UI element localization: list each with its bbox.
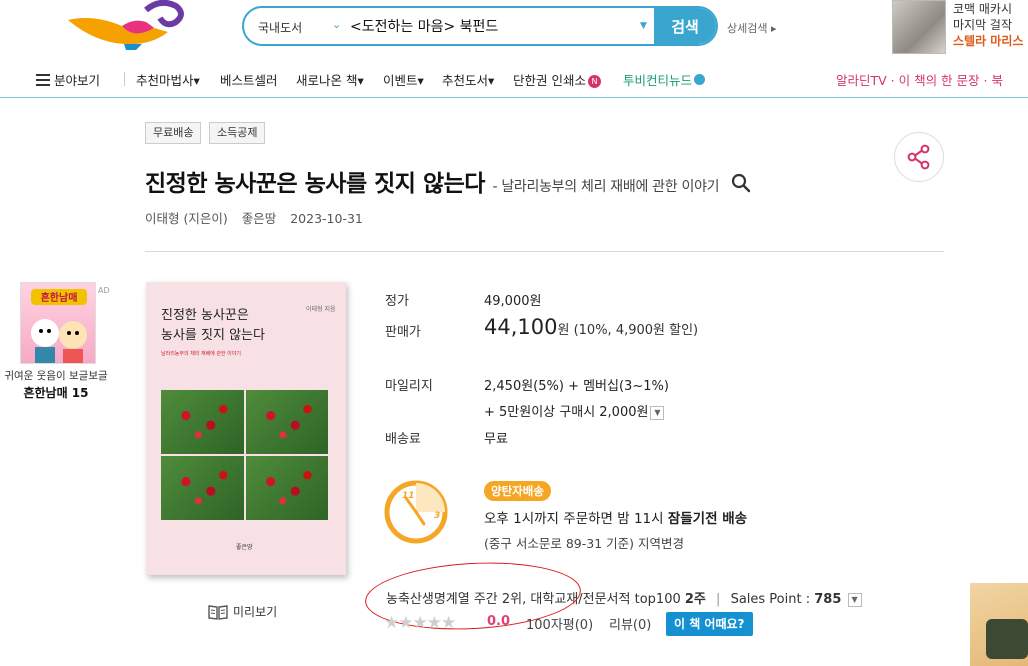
preview-label: 미리보기 [233, 605, 278, 619]
book-title: 진정한 농사꾼은 농사를 짓지 않는다 - 날라리농부의 체리 재배에 관한 이… [145, 164, 751, 198]
cherry-photo [245, 456, 328, 520]
search-scope-select[interactable]: 국내도서 [258, 19, 302, 36]
share-button[interactable] [894, 132, 944, 182]
share-icon [907, 144, 930, 170]
delivery-address[interactable]: (중구 서소문로 89-31 기준) 지역변경 [484, 533, 684, 552]
top-ad-line2[interactable]: 마지막 걸작 [953, 16, 1012, 33]
book-subtitle: - 날라리농부의 체리 재배에 관한 이야기 [492, 179, 720, 195]
preview-button[interactable]: 미리보기 [208, 603, 277, 620]
publish-date: 2023-10-31 [290, 211, 363, 226]
how-about-this-book-button[interactable]: 이 책 어때요? [666, 612, 753, 636]
nav-item-recommended[interactable]: 추천도서▾ [442, 70, 494, 89]
svg-text:흔한남매: 흔한남매 [41, 291, 78, 304]
nav-category-label: 분야보기 [54, 73, 101, 88]
cover-publisher: 좋은땅 [236, 544, 253, 551]
delivery-info: 오후 1시까지 주문하면 밤 11시 잠들기전 배송 [484, 507, 747, 527]
side-ad-book-image[interactable]: 흔한남매 [20, 282, 96, 364]
chevron-down-icon[interactable]: ▼ [847, 593, 862, 607]
comic-cover-illustration: 흔한남매 [31, 289, 87, 363]
corner-ad-bag [986, 619, 1028, 659]
publisher-link[interactable]: 좋은땅 [242, 211, 277, 226]
nav-category[interactable]: 분야보기 [36, 70, 100, 89]
author-link[interactable]: 이태형 (지은이) [145, 211, 228, 226]
book-meta: 이태형 (지은이) 좋은땅 2023-10-31 [145, 208, 373, 227]
nav-item-tobe-continued-label: 투비컨티뉴드 [623, 73, 693, 88]
delivery-info-text: 오후 1시까지 주문하면 밤 11시 [484, 511, 668, 527]
sale-price-unit: 원 [557, 323, 570, 338]
shipping-value: 무료 [484, 432, 508, 447]
shipping-label: 배송료 [385, 432, 421, 447]
review-count[interactable]: 리뷰(0) [609, 614, 651, 633]
side-ad-caption[interactable]: 귀여운 웃음이 보글보글 [0, 368, 112, 383]
search-button[interactable]: 검색 [654, 8, 716, 44]
short-review-count[interactable]: 100자평(0) [526, 614, 593, 633]
tag-tax-deduction: 소득공제 [209, 122, 266, 144]
book-open-icon [208, 604, 228, 620]
aladin-lamp-logo[interactable] [64, 0, 194, 50]
sale-price: 44,100원 (10%, 4,900원 할인) [484, 315, 698, 339]
nav-item-new-books[interactable]: 새로나온 책▾ [296, 70, 364, 89]
divider [145, 251, 944, 252]
mileage-label: 마일리지 [385, 379, 433, 394]
nav-item-single-print[interactable]: 단한권 인쇄소 N [513, 70, 601, 89]
sale-price-label: 판매가 [385, 325, 421, 340]
dot-badge-icon [694, 74, 706, 85]
list-price-value: 49,000원 [484, 294, 542, 309]
cherry-photo [245, 390, 328, 454]
cover-subtitle: 날라리농부의 체리 재배에 관한 이야기 [161, 351, 241, 357]
site-header: 국내도서 ⌄ ▼ 검색 상세검색 ▸ 코맥 매카시 마지막 걸작 스텔라 마리스… [0, 0, 1028, 98]
advanced-search-link[interactable]: 상세검색 ▸ [727, 20, 777, 36]
nav-item-single-print-label: 단한권 인쇄소 [513, 73, 586, 88]
book-title-text: 진정한 농사꾼은 농사를 짓지 않는다 [145, 171, 485, 197]
delivery-badge: 양탄자배송 [484, 481, 551, 501]
top-ad-line1[interactable]: 코맥 매카시 [953, 0, 1012, 17]
cherry-photo-grid [161, 390, 328, 520]
search-icon[interactable] [731, 173, 751, 193]
sales-point-value: 785 [814, 592, 842, 607]
cherry-photo [161, 456, 244, 520]
main-nav: 분야보기 추천마법사▾ 베스트셀러 새로나온 책▾ 이벤트▾ 추천도서▾ 단한권… [0, 68, 1028, 92]
sales-point-label: Sales Point : [730, 592, 811, 607]
search-bar: 국내도서 ⌄ ▼ 검색 [242, 6, 718, 46]
rank-category2-weeks: 2주 [684, 592, 706, 607]
cover-author: 이태형 지음 [306, 306, 336, 313]
nav-item-recommend-wizard[interactable]: 추천마법사▾ [136, 70, 200, 89]
nav-right-links[interactable]: 알라딘TV · 이 책의 한 문장 · 북 [836, 70, 1003, 89]
sale-discount: (10%, 4,900원 할인) [573, 323, 699, 338]
cherry-photo [161, 390, 244, 454]
rating-stars: ★★★★★ [384, 613, 456, 633]
side-ad-title[interactable]: 흔한남매 15 [0, 384, 112, 401]
hamburger-menu-icon [36, 74, 50, 86]
top-ad-line3[interactable]: 스텔라 마리스 [953, 32, 1023, 49]
clock-number-3: 3 [434, 511, 440, 521]
separator: | [716, 592, 721, 607]
mileage-extra: + 5만원이상 구매시 2,000원 ▼ [484, 401, 665, 420]
nav-item-bestseller[interactable]: 베스트셀러 [220, 70, 278, 89]
rating-score: 0.0 [487, 614, 511, 629]
cover-title-line1: 진정한 농사꾼은 [161, 308, 249, 323]
mileage-value: 2,450원(5%) + 멤버십(3~1%) [484, 379, 669, 394]
nav-item-tobe-continued[interactable]: 투비컨티뉴드 [623, 70, 706, 89]
cover-title-line2: 농사를 짓지 않는다 [161, 328, 265, 343]
dropdown-triangle-icon[interactable]: ▼ [640, 21, 647, 31]
ad-badge: AD [98, 286, 110, 295]
sale-price-value: 44,100 [484, 315, 558, 339]
tag-free-shipping: 무료배송 [145, 122, 202, 144]
chevron-down-icon[interactable]: ▼ [650, 406, 665, 420]
mileage-extra-text: + 5만원이상 구매시 2,000원 [484, 405, 649, 420]
new-badge-icon: N [587, 75, 601, 88]
search-input[interactable] [350, 14, 640, 38]
book-cover[interactable]: 진정한 농사꾼은 농사를 짓지 않는다 이태형 지음 날라리농부의 체리 재배에… [146, 282, 346, 575]
nav-divider [124, 72, 125, 86]
clock-number-11: 11 [402, 491, 415, 501]
delivery-info-bold: 잠들기전 배송 [667, 511, 748, 527]
nav-item-events[interactable]: 이벤트▾ [383, 70, 424, 89]
clock-icon: 11 3 [384, 480, 448, 544]
top-ad-book-image[interactable] [892, 0, 946, 54]
list-price-label: 정가 [385, 294, 409, 309]
chevron-down-icon[interactable]: ⌄ [332, 18, 341, 31]
